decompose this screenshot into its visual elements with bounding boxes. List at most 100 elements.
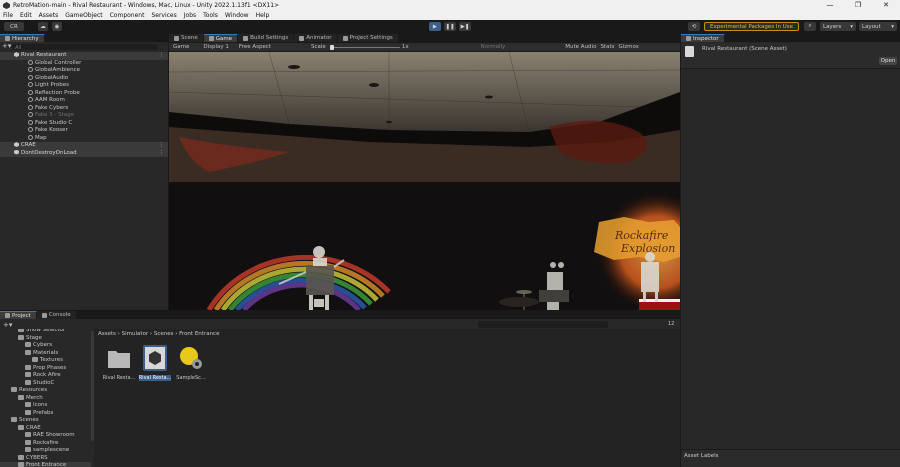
folder-tree-item[interactable]: StudioC (0, 379, 91, 388)
hierarchy-row[interactable]: Fake Cybers (0, 104, 168, 113)
folder-tree-item[interactable]: Scenes (0, 417, 91, 425)
experimental-packages-badge[interactable]: Experimental Packages In Use (704, 22, 799, 31)
search-icon[interactable]: ⌕ (804, 22, 816, 31)
folder-icon (18, 424, 24, 430)
hierarchy-row[interactable]: Fake 3 - Stage (0, 112, 168, 120)
asset-item[interactable]: Rival Resta... (138, 344, 172, 381)
menu-file[interactable]: File (3, 12, 13, 19)
scale-slider[interactable] (329, 44, 400, 50)
menu-help[interactable]: Help (256, 12, 270, 19)
hierarchy-row[interactable]: GlobalAudio (0, 74, 168, 83)
inspector-asset-title: Rival Restaurant (Scene Asset) (702, 46, 787, 52)
hierarchy-row[interactable]: GlobalAmbience (0, 67, 168, 75)
lighting-settings-icon (177, 344, 205, 372)
menu-tools[interactable]: Tools (203, 12, 218, 19)
folder-tree-item[interactable]: Front Entrance (0, 462, 91, 467)
tab-project[interactable]: Project (0, 311, 37, 319)
folder-tree-label: Front Entrance (26, 462, 67, 467)
tab-project-settings[interactable]: Project Settings (337, 34, 399, 42)
open-button[interactable]: Open (879, 57, 897, 65)
tab-game[interactable]: Game (203, 34, 239, 42)
hierarchy-row[interactable]: AAM Room (0, 97, 168, 105)
folder-tree-item[interactable]: samplescene (0, 447, 91, 455)
cloud-icon[interactable]: ☁ (38, 22, 48, 31)
asset-item[interactable]: Rival Resta... (102, 344, 136, 381)
folder-tree-item[interactable]: Materials (0, 349, 91, 358)
quality-dropdown[interactable]: Normally (481, 44, 506, 50)
folder-tree-item[interactable]: Prefabs (0, 409, 91, 418)
game-viewport[interactable]: Rockafire Explosion (169, 52, 680, 310)
breadcrumb: Assets › Simulator › Scenes › Front Entr… (98, 331, 220, 337)
mute-audio-toggle[interactable]: Mute Audio (565, 44, 596, 50)
hierarchy-row[interactable]: Reflection Probe (0, 89, 168, 98)
folder-tree-item[interactable]: Textures (0, 357, 91, 365)
aspect-dropdown[interactable]: Free Aspect (239, 44, 271, 50)
menu-assets[interactable]: Assets (39, 12, 59, 19)
menu-jobs[interactable]: Jobs (184, 12, 196, 19)
hierarchy-row[interactable]: Map (0, 134, 168, 143)
collab-icon[interactable]: ◉ (52, 22, 62, 31)
hierarchy-row[interactable]: Rival Restaurant ⋮ (0, 52, 168, 60)
folder-tree-item[interactable]: Icons (0, 402, 91, 410)
menu-services[interactable]: Services (151, 12, 176, 19)
add-object-button[interactable]: +▾ (2, 43, 12, 50)
play-button[interactable]: ▶ (429, 22, 441, 31)
account-button[interactable]: CR (4, 22, 24, 31)
maximize-button[interactable]: ❐ (844, 0, 872, 11)
tab-build-settings[interactable]: Build Settings (238, 34, 295, 42)
layers-dropdown[interactable]: Layers ▾ (820, 22, 856, 31)
minimize-button[interactable]: — (816, 0, 844, 11)
chevron-down-icon: ▾ (891, 23, 894, 30)
folder-tree-item[interactable]: Rock Afire (0, 372, 91, 380)
menu-window[interactable]: Window (225, 12, 249, 19)
folder-tree-item[interactable]: Stage (0, 334, 91, 343)
folder-tree-item[interactable]: Cybers (0, 342, 91, 350)
project-search-input[interactable] (478, 321, 608, 328)
folder-tree-item[interactable]: Rockafire (0, 439, 91, 448)
row-menu-icon[interactable]: ⋮ (159, 52, 165, 60)
tab-animator[interactable]: Animator (294, 34, 338, 42)
hierarchy-row[interactable]: Global Controller (0, 59, 168, 68)
pause-button[interactable]: ❚❚ (444, 22, 456, 31)
create-asset-button[interactable]: +▾ (3, 321, 12, 329)
folder-tree-item[interactable]: Prop Phases (0, 364, 91, 373)
layout-dropdown[interactable]: Layout ▾ (859, 22, 897, 31)
account-label: CR (10, 23, 18, 30)
hierarchy-row[interactable]: CRAE ⋮ (0, 142, 168, 150)
row-menu-icon[interactable]: ⋮ (159, 142, 165, 150)
tab-console[interactable]: Console (36, 311, 77, 319)
menu-edit[interactable]: Edit (20, 12, 32, 19)
row-menu-icon[interactable]: ⋮ (159, 150, 165, 158)
stats-toggle[interactable]: Stats (600, 44, 614, 50)
hierarchy-row[interactable]: DontDestroyOnLoad ⋮ (0, 149, 168, 158)
folder-tree-item[interactable]: RAE Showroom (0, 432, 91, 440)
tab-scene[interactable]: Scene (169, 34, 204, 42)
history-icon[interactable]: ⟲ (688, 22, 700, 31)
step-button[interactable]: ▶❚ (459, 22, 471, 31)
folder-tree-label: Show Selector (26, 329, 66, 333)
tab-inspector[interactable]: Inspector (681, 34, 725, 42)
menu-bar: File Edit Assets GameObject Component Se… (0, 11, 900, 20)
hierarchy-row[interactable]: Fake Kooser (0, 127, 168, 135)
menu-gameobject[interactable]: GameObject (65, 12, 102, 19)
menu-component[interactable]: Component (110, 12, 145, 19)
gizmos-dropdown[interactable]: Gizmos (618, 44, 638, 50)
asset-item[interactable]: SampleSc... (174, 344, 208, 381)
display-dropdown[interactable]: Display 1 (203, 44, 229, 50)
hierarchy-row[interactable]: Light Probes (0, 82, 168, 90)
gameobject-icon (28, 67, 33, 72)
main-toolbar: CR ☁ ◉ ▶ ❚❚ ▶❚ ⟲ Experimental Packages I… (0, 20, 900, 34)
hierarchy-search-input[interactable]: All (12, 43, 158, 51)
unity-logo-icon (3, 2, 10, 9)
game-mode-dropdown[interactable]: Game (173, 44, 189, 50)
folder-tree-item[interactable]: Resources (0, 387, 91, 395)
hierarchy-row[interactable]: Fake Studio C (0, 119, 168, 128)
folder-tree-item[interactable]: Merch (0, 394, 91, 403)
tab-hierarchy[interactable]: Hierarchy (0, 34, 45, 42)
search-placeholder: All (15, 44, 22, 51)
close-button[interactable]: ✕ (872, 0, 900, 11)
tab-icon (208, 36, 214, 41)
folder-tree-item[interactable]: CYBERS (0, 454, 91, 463)
folder-tree-item[interactable]: CRAE (0, 424, 91, 433)
folder-icon (25, 432, 31, 437)
